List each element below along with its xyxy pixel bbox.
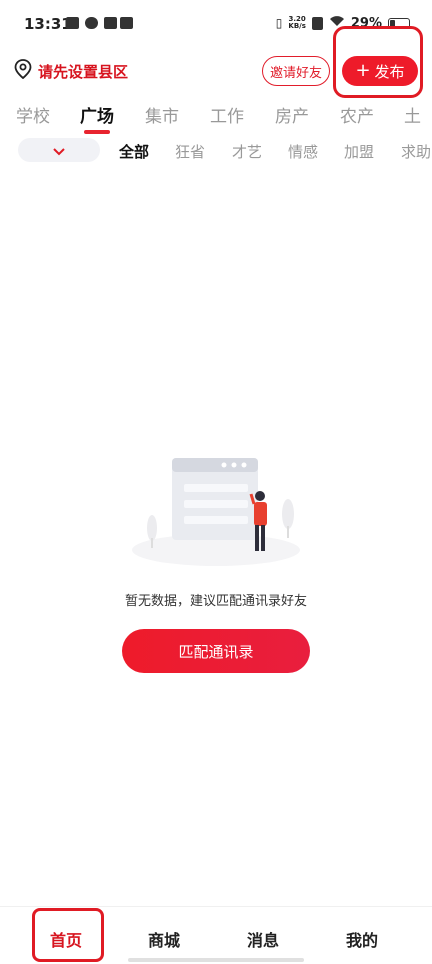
nav-messages[interactable]: 消息 <box>247 927 279 951</box>
empty-state-message: 暂无数据，建议匹配通讯录好友 <box>124 594 307 609</box>
notification-icon <box>66 17 79 29</box>
empty-state-illustration <box>130 452 302 570</box>
tab-market[interactable]: 集市 <box>145 102 179 127</box>
home-highlight-outline <box>32 908 104 962</box>
subtab-talent[interactable]: 才艺 <box>232 141 262 162</box>
sim-off-icon <box>311 16 323 30</box>
invite-friends-button[interactable]: 邀请好友 <box>262 56 330 86</box>
home-indicator[interactable] <box>128 958 304 962</box>
publish-highlight-outline <box>333 26 423 98</box>
subtab-all[interactable]: 全部 <box>119 141 149 162</box>
location-selector[interactable]: 请先设置县区 <box>14 59 128 83</box>
location-pin-icon <box>14 59 32 83</box>
mail-icon <box>120 17 133 29</box>
subtab-dropdown[interactable] <box>18 138 100 162</box>
subtab-deals[interactable]: 狂省 <box>175 141 205 162</box>
nav-mall[interactable]: 商城 <box>148 927 180 951</box>
tab-school[interactable]: 学校 <box>16 102 50 127</box>
location-text: 请先设置县区 <box>38 62 129 81</box>
match-contacts-button[interactable]: 匹配通讯录 <box>122 629 310 673</box>
subtab-help[interactable]: 求助 <box>401 141 431 162</box>
message-icon <box>104 17 117 29</box>
category-tabs: 学校 广场 集市 工作 房产 农产 土 <box>0 98 432 134</box>
active-tab-indicator <box>84 130 110 134</box>
tab-square[interactable]: 广场 <box>80 102 114 127</box>
net-speed: 3.20 KB/s <box>288 15 306 30</box>
tab-real-estate[interactable]: 房产 <box>275 102 309 127</box>
subtab-franchise[interactable]: 加盟 <box>344 141 374 162</box>
vibrate-icon: ▯ <box>275 16 283 30</box>
app-icon <box>85 17 98 29</box>
chevron-down-icon <box>53 141 65 160</box>
status-time: 13:31 <box>24 15 72 33</box>
tab-partial[interactable]: 土 <box>404 102 421 127</box>
sub-tabs: 全部 狂省 才艺 情感 加盟 求助 <box>0 138 432 164</box>
nav-mine[interactable]: 我的 <box>346 927 378 951</box>
subtab-emotion[interactable]: 情感 <box>288 141 318 162</box>
tab-jobs[interactable]: 工作 <box>210 102 244 127</box>
tab-agriculture[interactable]: 农产 <box>340 102 374 127</box>
